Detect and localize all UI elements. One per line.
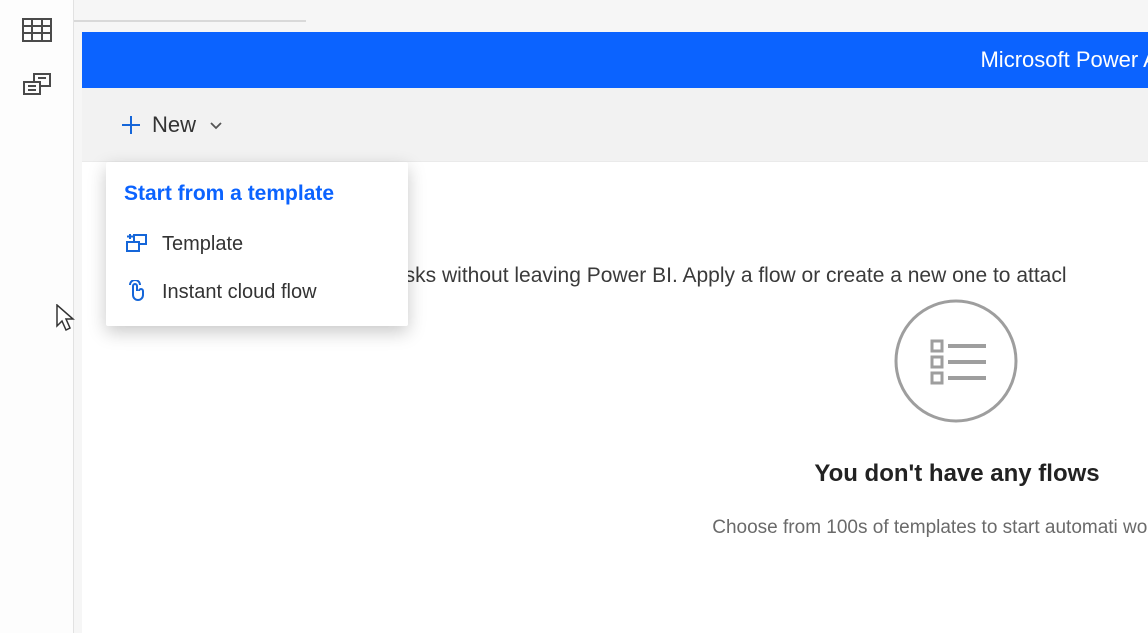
body-text: isks without leaving Power BI. Apply a f… bbox=[400, 264, 1067, 288]
template-icon bbox=[124, 232, 148, 256]
table-icon bbox=[22, 18, 52, 47]
app-banner: Microsoft Power Au bbox=[82, 32, 1148, 88]
empty-state-subtitle: Choose from 100s of templates to start a… bbox=[702, 514, 1148, 543]
top-divider bbox=[74, 20, 306, 22]
app-title: Microsoft Power Au bbox=[980, 47, 1148, 73]
dropdown-item-template[interactable]: Template bbox=[106, 220, 408, 268]
toolbar: New bbox=[82, 88, 1148, 162]
empty-state-icon bbox=[892, 297, 1020, 425]
new-button-label: New bbox=[152, 112, 196, 138]
dropdown-item-label: Instant cloud flow bbox=[162, 281, 317, 304]
dropdown-header: Start from a template bbox=[106, 178, 408, 220]
dropdown-item-instant-cloud-flow[interactable]: Instant cloud flow bbox=[106, 268, 408, 316]
new-dropdown-menu: Start from a template Template bbox=[106, 162, 408, 326]
model-icon bbox=[22, 73, 52, 104]
left-rail bbox=[0, 0, 74, 633]
main-panel: Microsoft Power Au New isks wi bbox=[82, 32, 1148, 633]
plus-icon bbox=[120, 114, 142, 136]
chevron-down-icon bbox=[208, 117, 224, 133]
new-button[interactable]: New bbox=[110, 106, 234, 144]
content-area: isks without leaving Power BI. Apply a f… bbox=[82, 162, 1148, 633]
tap-icon bbox=[124, 280, 148, 304]
dropdown-item-label: Template bbox=[162, 233, 243, 256]
empty-state-title: You don't have any flows bbox=[722, 460, 1148, 488]
rail-table-button[interactable] bbox=[0, 4, 74, 60]
rail-model-button[interactable] bbox=[0, 60, 74, 116]
